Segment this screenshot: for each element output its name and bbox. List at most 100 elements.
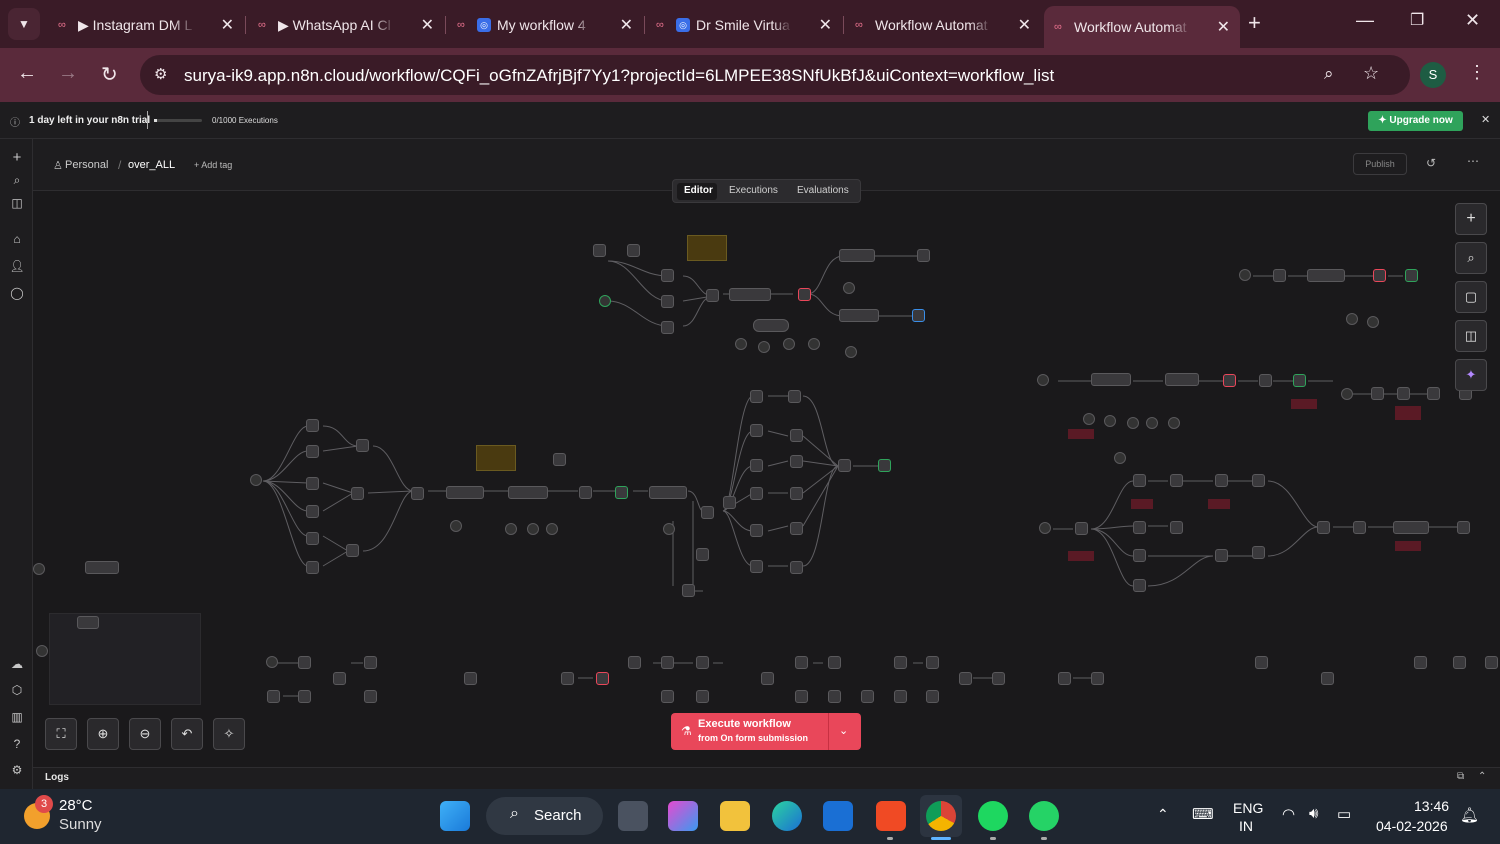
notification-icon[interactable]: 🔔︎ (1460, 806, 1479, 824)
more-options-icon[interactable]: ⋯ (1467, 154, 1479, 168)
code-node[interactable] (1170, 521, 1183, 534)
workflow-node[interactable] (795, 656, 808, 669)
clock-date[interactable]: 04-02-2026 (1376, 818, 1448, 834)
sub-node[interactable] (450, 520, 462, 532)
workflow-node[interactable] (1414, 656, 1427, 669)
workflow-node[interactable] (1133, 579, 1146, 592)
home-icon[interactable]: ⌂ (9, 232, 25, 246)
workflow-node[interactable] (696, 548, 709, 561)
workflow-node[interactable] (750, 424, 763, 437)
workflow-node[interactable] (1373, 269, 1386, 282)
workflow-node[interactable] (298, 690, 311, 703)
search-bar[interactable]: ⌕ Search (486, 797, 603, 835)
close-icon[interactable]: ✕ (421, 15, 434, 35)
window-close-button[interactable]: ✕ (1465, 10, 1480, 31)
workflow-node[interactable] (1133, 521, 1146, 534)
sub-node[interactable] (1127, 417, 1139, 429)
workflow-node[interactable] (628, 656, 641, 669)
workflow-node[interactable] (912, 309, 925, 322)
sub-node[interactable] (1083, 413, 1095, 425)
trigger-node[interactable] (250, 474, 262, 486)
sub-node[interactable] (527, 523, 539, 535)
popout-icon[interactable]: ⧉ (1457, 771, 1464, 782)
ai-agent-node[interactable] (729, 288, 771, 301)
whatsapp-icon[interactable] (1029, 801, 1059, 831)
sub-node[interactable] (1114, 452, 1126, 464)
cloud-icon[interactable]: ☁ (9, 657, 25, 671)
browser-tab-3[interactable]: ∞ ◎ My workflow 4 ✕ (447, 8, 643, 42)
close-icon[interactable]: ✕ (221, 15, 234, 35)
lang-bottom[interactable]: IN (1239, 818, 1253, 834)
workflow-node[interactable] (615, 486, 628, 499)
workflow-node[interactable] (1165, 373, 1199, 386)
minimap[interactable] (49, 613, 201, 705)
sub-node[interactable] (843, 282, 855, 294)
ai-assistant-icon[interactable]: ✦ (1455, 359, 1487, 391)
workflow-node[interactable] (1457, 521, 1470, 534)
workflow-node[interactable] (1397, 387, 1410, 400)
clock-time[interactable]: 13:46 (1414, 798, 1449, 814)
trigger-node[interactable] (1039, 522, 1051, 534)
workflow-node[interactable] (839, 309, 879, 322)
address-bar[interactable]: ⚙ surya-ik9.app.n8n.cloud/workflow/CQFi_… (140, 55, 1410, 95)
workflow-node[interactable] (750, 524, 763, 537)
workflow-node[interactable] (828, 656, 841, 669)
workflow-node[interactable] (917, 249, 930, 262)
sub-node[interactable] (1168, 417, 1180, 429)
browser-tab-6-active[interactable]: ∞ Workflow Automat ✕ (1044, 6, 1240, 48)
zoom-out-button[interactable]: ⊖ (129, 718, 161, 750)
search-icon[interactable]: ⌕ (1455, 242, 1487, 274)
workflow-node[interactable] (1058, 672, 1071, 685)
workflow-node[interactable] (723, 496, 736, 509)
workflow-node[interactable] (1075, 522, 1088, 535)
battery-icon[interactable]: ▭ (1337, 805, 1351, 823)
add-node-button[interactable]: + (1455, 203, 1487, 235)
ai-agent-node[interactable] (508, 486, 548, 499)
code-node[interactable] (1252, 546, 1265, 559)
workflow-node[interactable] (1393, 521, 1429, 534)
workflow-node[interactable] (298, 656, 311, 669)
sub-node[interactable] (735, 338, 747, 350)
dismiss-banner-icon[interactable]: ✕ (1481, 113, 1490, 126)
code-node[interactable] (828, 690, 841, 703)
site-info-icon[interactable]: ⚙ (154, 65, 167, 83)
close-icon[interactable]: ✕ (620, 15, 633, 35)
workflow-node[interactable] (682, 584, 695, 597)
profile-avatar[interactable]: S (1420, 62, 1446, 88)
add-icon[interactable]: + (9, 149, 25, 166)
workflow-node[interactable] (306, 477, 319, 490)
workflow-node[interactable] (894, 656, 907, 669)
sub-node[interactable] (33, 563, 45, 575)
workflow-node[interactable] (1252, 474, 1265, 487)
workflow-node[interactable] (1223, 374, 1236, 387)
sub-node[interactable] (663, 523, 675, 535)
merge-node[interactable] (992, 672, 1005, 685)
sub-node[interactable] (783, 338, 795, 350)
trigger-node[interactable] (1341, 388, 1353, 400)
workflow-node[interactable] (1453, 656, 1466, 669)
outlook-icon[interactable] (823, 801, 853, 831)
browser-tab-4[interactable]: ∞ ◎ Dr Smile Virtua ✕ (646, 8, 842, 42)
workflow-node[interactable] (790, 429, 803, 442)
workflow-node[interactable] (306, 561, 319, 574)
workflow-node[interactable] (464, 672, 477, 685)
keyboard-icon[interactable]: ⌨ (1192, 805, 1214, 823)
merge-node[interactable] (838, 459, 851, 472)
workflow-node[interactable] (446, 486, 484, 499)
add-tag-link[interactable]: + Add tag (194, 160, 232, 170)
edge-icon[interactable] (772, 801, 802, 831)
browser-menu-icon[interactable]: ⋮ (1468, 62, 1486, 83)
tab-editor[interactable]: Editor (684, 185, 713, 196)
merge-node[interactable] (411, 487, 424, 500)
volume-icon[interactable]: 🔊︎ (1309, 805, 1318, 822)
close-icon[interactable]: ✕ (819, 15, 832, 35)
workflow-node[interactable] (839, 249, 875, 262)
workflow-node[interactable] (85, 561, 119, 574)
code-node[interactable] (959, 672, 972, 685)
code-node[interactable] (1353, 521, 1366, 534)
workflow-node[interactable] (356, 439, 369, 452)
workflow-node[interactable] (593, 244, 606, 257)
chrome-icon[interactable] (926, 801, 956, 831)
insights-icon[interactable]: ▥ (9, 710, 25, 724)
workflow-node[interactable] (1133, 474, 1146, 487)
